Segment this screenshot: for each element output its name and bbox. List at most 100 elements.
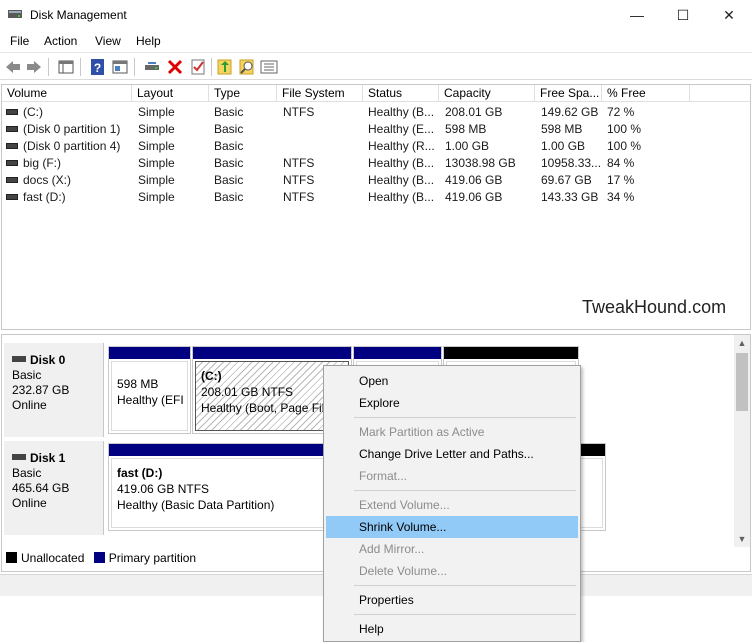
volume-type: Basic xyxy=(214,105,244,119)
volume-type: Basic xyxy=(214,190,244,204)
column-header-type[interactable]: Type xyxy=(209,85,277,102)
close-button[interactable]: ✕ xyxy=(706,0,752,30)
menu-item-mark-partition-active[interactable]: Mark Partition as Active xyxy=(326,421,578,443)
help-icon[interactable]: ? xyxy=(89,58,107,76)
volume-icon xyxy=(6,109,18,115)
column-header-free-space[interactable]: Free Spa... xyxy=(535,85,602,102)
show-hide-icon[interactable] xyxy=(111,58,129,76)
menu-help[interactable]: Help xyxy=(136,34,161,48)
table-row[interactable]: big (F:) Simple Basic NTFS Healthy (B...… xyxy=(2,155,750,172)
volume-icon xyxy=(6,177,18,183)
table-row[interactable]: (C:) Simple Basic NTFS Healthy (B... 208… xyxy=(2,104,750,121)
forward-arrow-icon[interactable] xyxy=(25,58,43,76)
partition-body: 598 MB Healthy (EFI S xyxy=(111,361,188,431)
column-header-file-system[interactable]: File System xyxy=(277,85,363,102)
menu-item-shrink-volume[interactable]: Shrink Volume... xyxy=(326,516,578,538)
menu-view[interactable]: View xyxy=(95,34,121,48)
volume-name: docs (X:) xyxy=(23,173,72,187)
toolbar-separator xyxy=(134,58,135,76)
column-header-percent-free[interactable]: % Free xyxy=(602,85,690,102)
volume-list[interactable]: Volume Layout Type File System Status Ca… xyxy=(1,84,751,330)
menu-item-properties[interactable]: Properties xyxy=(326,589,578,611)
disk-label[interactable]: Disk 0 Basic 232.87 GB Online xyxy=(4,343,104,437)
volume-capacity: 598 MB xyxy=(445,122,487,136)
menu-file[interactable]: File xyxy=(10,34,29,48)
column-header-capacity[interactable]: Capacity xyxy=(439,85,535,102)
disk-type: Basic xyxy=(12,466,42,480)
volume-type: Basic xyxy=(214,122,244,136)
volume-status: Healthy (R... xyxy=(368,139,435,153)
watermark-text: TweakHound.com xyxy=(582,297,727,317)
delete-icon[interactable] xyxy=(166,58,184,76)
volume-free-space: 143.33 GB xyxy=(541,190,599,204)
table-row[interactable]: fast (D:) Simple Basic NTFS Healthy (B..… xyxy=(2,189,750,206)
disk-state: Online xyxy=(12,496,47,510)
menu-item-change-drive-letter[interactable]: Change Drive Letter and Paths... xyxy=(326,443,578,465)
menu-action[interactable]: Action xyxy=(44,34,77,48)
table-row[interactable]: (Disk 0 partition 1) Simple Basic Health… xyxy=(2,121,750,138)
volume-type: Basic xyxy=(214,173,244,187)
maximize-button[interactable]: ☐ xyxy=(660,0,706,30)
volume-icon xyxy=(6,160,18,166)
volume-capacity: 419.06 GB xyxy=(445,190,503,204)
svg-text:?: ? xyxy=(94,61,101,75)
scroll-down-arrow-icon[interactable]: ▼ xyxy=(734,531,750,547)
volume-status: Healthy (B... xyxy=(368,156,435,170)
partition-block[interactable]: 598 MB Healthy (EFI S xyxy=(108,346,191,434)
menu-separator xyxy=(354,490,576,491)
volume-status: Healthy (B... xyxy=(368,105,435,119)
volume-capacity: 419.06 GB xyxy=(445,173,503,187)
volume-name: fast (D:) xyxy=(23,190,66,204)
minimize-button[interactable]: — xyxy=(614,0,660,30)
menu-item-explore[interactable]: Explore xyxy=(326,392,578,414)
volume-percent-free: 100 % xyxy=(607,139,642,153)
table-row[interactable]: docs (X:) Simple Basic NTFS Healthy (B..… xyxy=(2,172,750,189)
menu-item-delete-volume[interactable]: Delete Volume... xyxy=(326,560,578,582)
volume-name: (C:) xyxy=(23,105,43,119)
volume-file-system: NTFS xyxy=(283,190,315,204)
menu-item-add-mirror[interactable]: Add Mirror... xyxy=(326,538,578,560)
volume-list-header: Volume Layout Type File System Status Ca… xyxy=(2,85,750,102)
list-view-icon[interactable] xyxy=(260,58,278,76)
partition-size: 598 MB xyxy=(117,377,159,391)
properties-icon[interactable] xyxy=(189,58,207,76)
menu-separator xyxy=(354,417,576,418)
volume-name: big (F:) xyxy=(23,156,62,170)
volume-file-system: NTFS xyxy=(283,105,315,119)
disk-size: 232.87 GB xyxy=(12,383,70,397)
disk-label[interactable]: Disk 1 Basic 465.64 GB Online xyxy=(4,441,104,535)
column-header-status[interactable]: Status xyxy=(363,85,439,102)
menu-separator xyxy=(354,585,576,586)
window-title: Disk Management xyxy=(30,8,127,22)
back-arrow-icon[interactable] xyxy=(4,58,22,76)
volume-capacity: 208.01 GB xyxy=(445,105,503,119)
scrollbar-thumb[interactable] xyxy=(736,353,748,411)
scroll-up-arrow-icon[interactable]: ▲ xyxy=(734,335,750,351)
toolbar: ? xyxy=(0,52,752,80)
table-row[interactable]: (Disk 0 partition 4) Simple Basic Health… xyxy=(2,138,750,155)
column-header-volume[interactable]: Volume xyxy=(2,85,132,102)
refresh-icon[interactable] xyxy=(216,58,234,76)
menu-item-help[interactable]: Help xyxy=(326,618,578,640)
console-tree-icon[interactable] xyxy=(57,58,75,76)
partition-block[interactable]: fast (D:) 419.06 GB NTFS Healthy (Basic … xyxy=(108,443,330,531)
vertical-scrollbar[interactable]: ▲ ▼ xyxy=(734,335,750,547)
menu-item-format[interactable]: Format... xyxy=(326,465,578,487)
volume-file-system xyxy=(283,121,361,138)
primary-partition-swatch xyxy=(93,552,105,563)
volume-free-space: 149.62 GB xyxy=(541,105,599,119)
rescan-icon[interactable] xyxy=(238,58,256,76)
context-menu: Open Explore Mark Partition as Active Ch… xyxy=(323,365,581,642)
toolbar-separator xyxy=(48,58,49,76)
legend-label: Unallocated xyxy=(21,551,85,565)
volume-layout: Simple xyxy=(138,122,175,136)
menu-item-open[interactable]: Open xyxy=(326,370,578,392)
volume-name: (Disk 0 partition 4) xyxy=(23,139,121,153)
partition-bar xyxy=(109,444,329,456)
connect-drive-icon[interactable] xyxy=(143,58,161,76)
toolbar-separator xyxy=(211,58,212,76)
volume-percent-free: 17 % xyxy=(607,173,635,187)
volume-icon xyxy=(6,126,18,132)
menu-item-extend-volume[interactable]: Extend Volume... xyxy=(326,494,578,516)
column-header-layout[interactable]: Layout xyxy=(132,85,209,102)
